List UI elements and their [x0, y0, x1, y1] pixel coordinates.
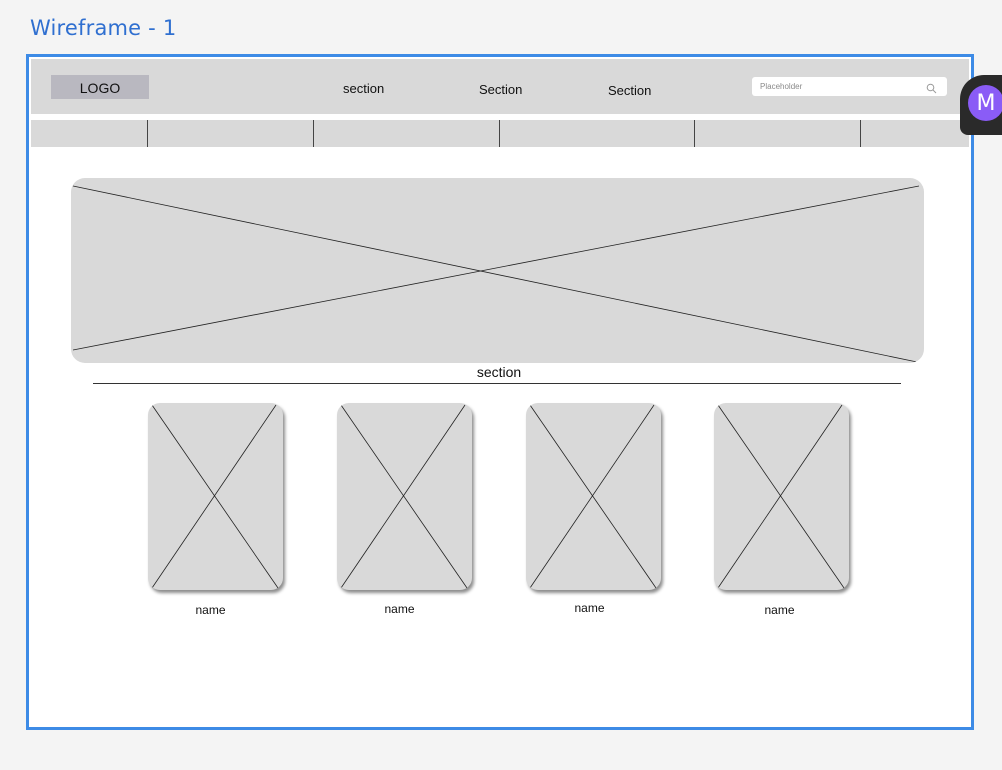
- nav-link-section-1[interactable]: section: [343, 81, 384, 96]
- user-avatar-badge[interactable]: M: [960, 75, 1002, 135]
- card-name: name: [574, 601, 605, 615]
- subnav-divider: [147, 120, 148, 147]
- nav-link-section-3[interactable]: Section: [608, 83, 651, 98]
- image-placeholder-icon: [340, 404, 468, 589]
- section-divider: [93, 383, 901, 384]
- card-name: name: [384, 602, 415, 616]
- subnav-divider: [499, 120, 500, 147]
- card-image-placeholder[interactable]: [148, 403, 283, 590]
- image-placeholder-icon: [72, 185, 920, 363]
- frame-title: Wireframe - 1: [30, 16, 177, 40]
- card-image-placeholder[interactable]: [714, 403, 849, 590]
- subnav-divider: [313, 120, 314, 147]
- subnav-divider: [694, 120, 695, 147]
- card-name: name: [195, 603, 226, 617]
- search-icon[interactable]: [926, 81, 937, 94]
- avatar[interactable]: M: [968, 85, 1002, 121]
- search-box[interactable]: Placeholder: [752, 77, 947, 96]
- card-image-placeholder[interactable]: [526, 403, 661, 590]
- image-placeholder-icon: [717, 404, 845, 589]
- card-image-placeholder[interactable]: [337, 403, 472, 590]
- image-placeholder-icon: [151, 404, 279, 589]
- subnav-divider: [860, 120, 861, 147]
- header-bar: LOGO section Section Section Placeholder: [31, 59, 969, 114]
- sub-navigation-bar: [31, 120, 969, 147]
- hero-image-placeholder: [71, 178, 924, 363]
- section-heading: section: [476, 364, 522, 380]
- logo[interactable]: LOGO: [51, 75, 149, 99]
- nav-link-section-2[interactable]: Section: [479, 82, 522, 97]
- card-name: name: [764, 603, 795, 617]
- search-input[interactable]: Placeholder: [760, 82, 802, 91]
- image-placeholder-icon: [529, 404, 657, 589]
- wireframe-frame: LOGO section Section Section Placeholder…: [26, 54, 974, 730]
